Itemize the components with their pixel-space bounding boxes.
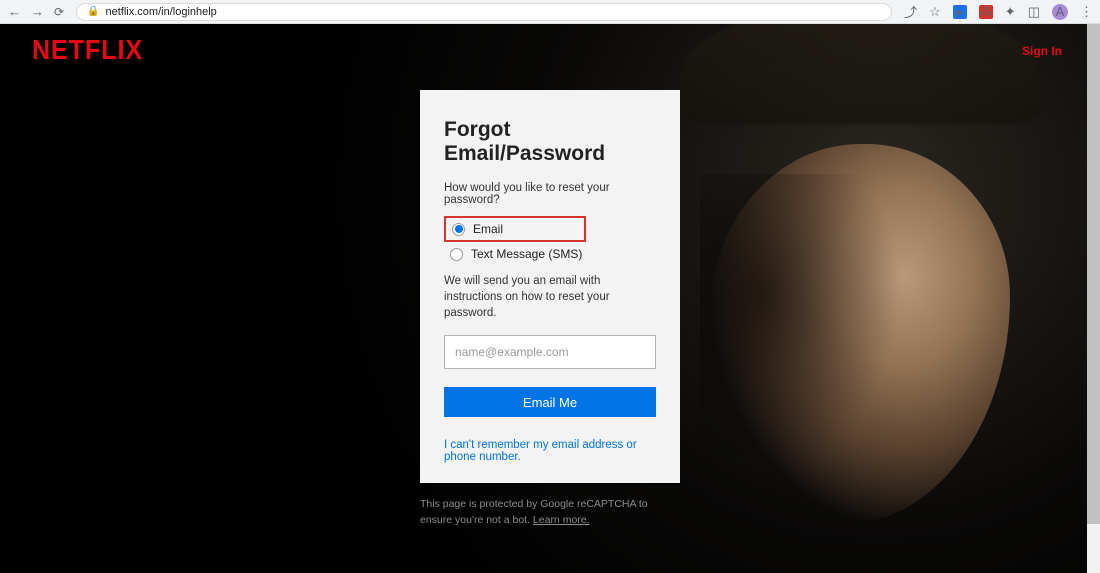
back-button[interactable]: ← (8, 4, 21, 19)
login-help-card: Forgot Email/Password How would you like… (420, 90, 680, 483)
browser-extensions: ⤴ ☆ ▸ ⁂ ✦ ◫ A ⋮ (904, 2, 1092, 21)
card-subtitle: How would you like to reset your passwor… (444, 182, 656, 206)
radio-email-label: Email (473, 222, 503, 236)
scrollbar[interactable] (1087, 24, 1100, 573)
profile-avatar[interactable]: A (1052, 4, 1068, 20)
address-bar[interactable]: 🔒 netflix.com/in/loginhelp (76, 3, 892, 21)
radio-email-icon[interactable] (452, 223, 465, 236)
bookmark-star-icon[interactable]: ☆ (929, 4, 941, 20)
radio-option-email-highlighted[interactable]: Email (444, 216, 586, 242)
lock-icon: 🔒 (87, 6, 99, 17)
radio-sms-label: Text Message (SMS) (471, 247, 582, 261)
url-text: netflix.com/in/loginhelp (106, 6, 217, 18)
share-icon[interactable]: ⤴ (904, 2, 917, 21)
extensions-puzzle-icon[interactable]: ✦ (1005, 4, 1016, 20)
page-header: NETFLIX Sign In (0, 24, 1100, 65)
cant-remember-link[interactable]: I can't remember my email address or pho… (444, 439, 656, 463)
forward-button[interactable]: → (31, 4, 44, 19)
radio-option-sms[interactable]: Text Message (SMS) (444, 245, 656, 263)
reader-icon[interactable]: ◫ (1028, 4, 1040, 20)
netflix-logo[interactable]: NETFLIX (32, 35, 143, 67)
card-description: We will send you an email with instructi… (444, 273, 656, 321)
scrollbar-thumb[interactable] (1087, 24, 1100, 524)
email-input[interactable] (444, 335, 656, 369)
browser-menu-icon[interactable]: ⋮ (1080, 4, 1092, 20)
browser-chrome: ← → ⟳ 🔒 netflix.com/in/loginhelp ⤴ ☆ ▸ ⁂… (0, 0, 1100, 24)
radio-sms-icon[interactable] (450, 248, 463, 261)
sign-in-link[interactable]: Sign In (1022, 44, 1062, 58)
learn-more-link[interactable]: Learn more. (533, 514, 590, 526)
email-me-button[interactable]: Email Me (444, 387, 656, 417)
page-content: NETFLIX Sign In Forgot Email/Password Ho… (0, 24, 1100, 573)
reload-button[interactable]: ⟳ (54, 5, 64, 19)
recaptcha-notice: This page is protected by Google reCAPTC… (420, 497, 680, 529)
nav-arrows: ← → ⟳ (8, 4, 64, 19)
background-shadow (700, 174, 900, 474)
card-title: Forgot Email/Password (444, 118, 656, 166)
extension-1-icon[interactable]: ▸ (953, 5, 967, 19)
extension-2-icon[interactable]: ⁂ (979, 5, 993, 19)
